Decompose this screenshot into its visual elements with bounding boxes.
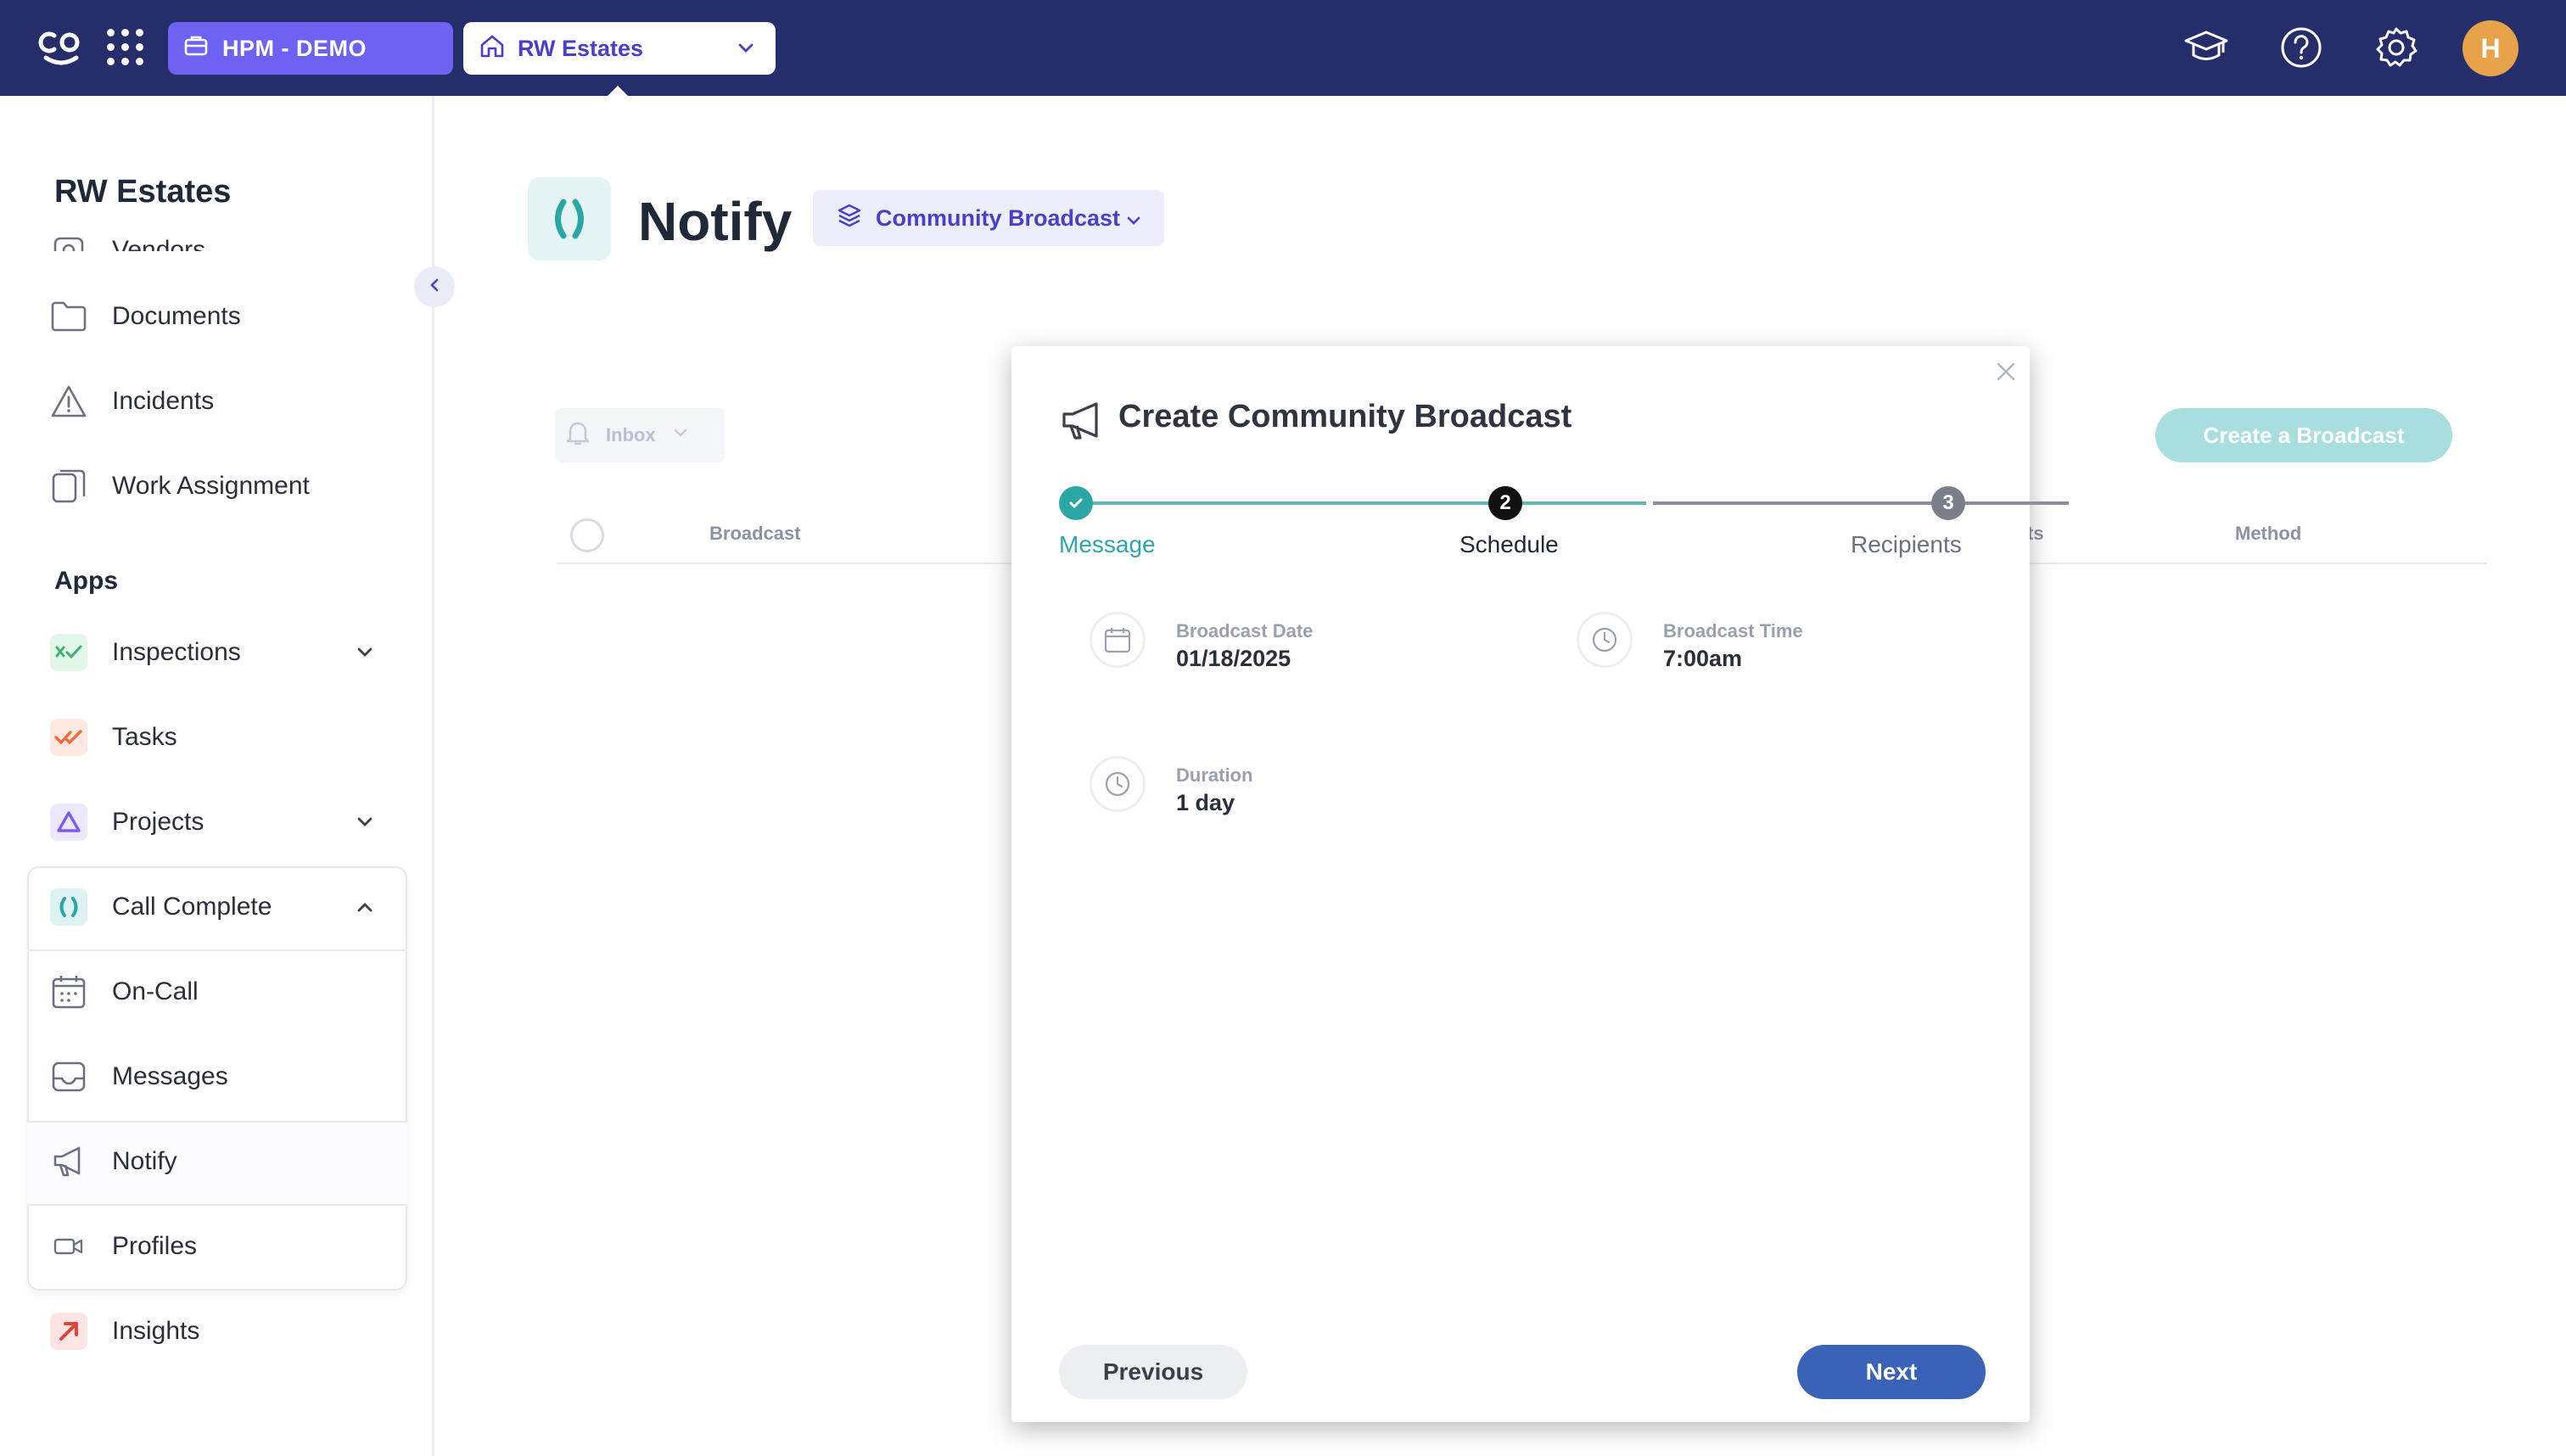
chevron-down-icon[interactable] (353, 810, 377, 841)
duration-value: 1 day (1176, 790, 1235, 815)
sidebar: RW Estates Vendors Documents Incidents W… (0, 96, 434, 1456)
previous-button[interactable]: Previous (1059, 1345, 1247, 1399)
create-broadcast-modal: Create Community Broadcast 2 3 Message S… (1011, 346, 2069, 1422)
tasks-icon (49, 718, 88, 757)
column-header-broadcast[interactable]: Broadcast (709, 523, 801, 545)
step-recipients-label: Recipients (1851, 531, 1962, 557)
briefcase-icon (183, 33, 209, 64)
video-icon (49, 1227, 88, 1266)
sidebar-item-label: Messages (112, 1062, 228, 1090)
megaphone-icon (49, 1142, 88, 1181)
work-assignment-icon (49, 467, 88, 506)
sidebar-item-call-complete[interactable]: Call Complete (27, 866, 406, 948)
avatar[interactable]: H (2462, 20, 2518, 76)
sidebar-item-projects[interactable]: Projects (27, 781, 406, 863)
sidebar-item-notify[interactable]: Notify (27, 1121, 406, 1202)
sidebar-collapse-button[interactable] (414, 266, 455, 307)
sidebar-item-label: Inspections (112, 638, 241, 666)
inbox-filter-button[interactable]: Inbox (555, 408, 725, 462)
broadcast-time-value: 7:00am (1663, 646, 1743, 671)
notify-app-icon (528, 177, 611, 260)
sidebar-item-label: Documents (112, 302, 241, 330)
chevron-up-icon[interactable] (353, 895, 377, 926)
folder-icon (49, 297, 88, 336)
sidebar-item-messages[interactable]: Messages (27, 1036, 406, 1117)
call-complete-icon (49, 888, 88, 927)
sidebar-item-label: Tasks (112, 723, 177, 751)
insights-icon (49, 1312, 88, 1351)
co-logo-icon[interactable] (37, 24, 85, 71)
broadcast-date-label: Broadcast Date (1176, 620, 1314, 641)
sidebar-item-label: Profiles (112, 1232, 198, 1260)
broadcast-type-label: Community Broadcast (876, 204, 1121, 231)
inbox-icon (49, 1057, 88, 1096)
property-selector-label: RW Estates (518, 35, 644, 61)
sidebar-item-tasks[interactable]: Tasks (27, 697, 406, 778)
step-schedule-number[interactable]: 2 (1488, 486, 1522, 520)
home-icon (479, 32, 506, 65)
sidebar-item-profiles[interactable]: Profiles (27, 1206, 406, 1287)
chevron-left-icon (424, 275, 445, 300)
next-button[interactable]: Next (1797, 1345, 1986, 1399)
sidebar-item-vendors[interactable]: Vendors (27, 210, 406, 251)
step-message-check[interactable] (1059, 486, 1093, 520)
apps-heading: Apps (54, 567, 118, 595)
sidebar-item-work-assignment[interactable]: Work Assignment (27, 445, 406, 527)
select-all-checkbox[interactable] (570, 518, 604, 552)
create-broadcast-button[interactable]: Create a Broadcast (2155, 408, 2452, 462)
bell-icon (565, 419, 591, 451)
sidebar-title: RW Estates (54, 174, 232, 210)
sidebar-item-on-call[interactable]: On-Call (27, 951, 406, 1033)
close-icon[interactable] (1989, 355, 2023, 389)
selector-caret (608, 86, 628, 96)
broadcast-time-label: Broadcast Time (1663, 620, 1803, 641)
graduation-cap-icon[interactable] (2182, 24, 2230, 71)
calendar-icon (1090, 612, 1146, 668)
projects-icon (49, 803, 88, 842)
column-header-method[interactable]: Method (2235, 523, 2301, 545)
sidebar-item-label: Insights (112, 1317, 200, 1345)
sidebar-item-label: Incidents (112, 387, 215, 415)
layers-icon (837, 203, 862, 234)
gear-icon[interactable] (2373, 24, 2420, 71)
sidebar-item-inspections[interactable]: Inspections (27, 612, 406, 693)
stepper-remaining-line (1653, 501, 2069, 505)
sidebar-item-insights[interactable]: Insights (27, 1291, 406, 1372)
inbox-filter-label: Inbox (606, 424, 656, 445)
sidebar-item-incidents[interactable]: Incidents (27, 361, 406, 442)
sidebar-item-label: Call Complete (112, 893, 272, 921)
chevron-down-icon (1123, 210, 1144, 237)
company-selector-label: HPM - DEMO (222, 35, 367, 61)
sidebar-item-documents[interactable]: Documents (27, 276, 406, 357)
inspections-icon (49, 633, 88, 672)
sidebar-item-label: Vendors (112, 236, 206, 251)
company-selector[interactable]: HPM - DEMO (168, 22, 453, 75)
duration-label: Duration (1176, 764, 1253, 786)
help-icon[interactable] (2277, 24, 2325, 71)
chevron-down-icon[interactable] (353, 641, 377, 671)
megaphone-icon (1059, 397, 1107, 445)
apps-grid-icon[interactable] (107, 29, 144, 66)
modal-title: Create Community Broadcast (1118, 399, 1572, 434)
broadcast-date-value: 01/18/2025 (1176, 646, 1291, 671)
calendar-icon (49, 972, 88, 1011)
sidebar-item-label: Projects (112, 808, 204, 836)
step-schedule-label: Schedule (1459, 531, 1559, 557)
warning-icon (49, 382, 88, 421)
stepper-progress-line (1076, 501, 1646, 505)
page-title: Notify (638, 191, 793, 252)
sidebar-item-label: Work Assignment (112, 472, 310, 500)
sidebar-item-label: Notify (112, 1147, 177, 1175)
clock-icon (1090, 756, 1146, 812)
chevron-down-icon (735, 37, 757, 65)
top-bar: HPM - DEMO RW Estates H (0, 0, 2566, 96)
clock-icon (1577, 612, 1633, 668)
vendors-icon (49, 231, 88, 251)
step-recipients-number[interactable]: 3 (1931, 486, 1965, 520)
property-selector[interactable]: RW Estates (463, 22, 776, 75)
chevron-down-icon (671, 423, 690, 447)
step-message-label: Message (1059, 531, 1156, 557)
broadcast-type-select[interactable]: Community Broadcast (813, 190, 1164, 246)
sidebar-item-label: On-Call (112, 977, 199, 1005)
